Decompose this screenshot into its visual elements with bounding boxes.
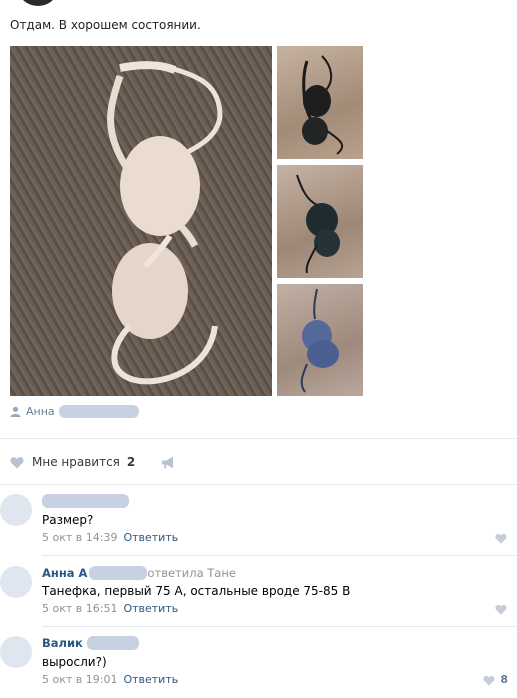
comment-reply-link[interactable]: Ответить [123, 531, 178, 544]
comment-item: Размер? 5 окт в 14:39 Ответить [0, 492, 517, 554]
post-actions: Мне нравится 2 [10, 454, 176, 470]
comment-meta: 5 окт в 14:39 Ответить [42, 531, 178, 544]
comment-item: Анна А ответила Тане Танефка, первый 75 … [0, 564, 517, 626]
comment-date[interactable]: 5 окт в 16:51 [42, 602, 117, 615]
person-icon [10, 406, 21, 417]
comment-meta: 5 окт в 16:51 Ответить [42, 602, 178, 615]
comment-avatar[interactable] [0, 494, 32, 526]
post-photo-thumb-3[interactable] [277, 284, 363, 396]
blue-bra-image [300, 288, 339, 393]
comment-meta: 5 окт в 19:01 Ответить [42, 673, 178, 686]
post-photo-thumb-1[interactable] [277, 46, 363, 159]
comment-author[interactable]: Валик [42, 636, 139, 650]
comment-like-count[interactable]: 8 [500, 673, 508, 686]
redacted-commenter-name [86, 636, 139, 650]
like-count[interactable]: 2 [127, 455, 135, 469]
comment-heart-icon[interactable] [483, 675, 495, 686]
comment-text: Размер? [42, 513, 94, 527]
like-button-label[interactable]: Мне нравится [32, 455, 120, 469]
comment-heart-icon[interactable] [495, 604, 507, 615]
redacted-commenter-name [89, 566, 148, 580]
redacted-author-surname [58, 404, 139, 418]
comment-text: Танефка, первый 75 А, остальные вроде 75… [42, 584, 351, 598]
comment-divider [42, 555, 517, 556]
comment-avatar[interactable] [0, 636, 32, 668]
comment-reply-link[interactable]: Ответить [123, 673, 178, 686]
bra-image [107, 61, 223, 385]
comment-avatar[interactable] [0, 566, 32, 598]
post-divider-top [0, 438, 517, 439]
comment-reply-link[interactable]: Ответить [123, 602, 178, 615]
comment-item: Валик выросли?) 5 окт в 19:01 Ответить 8 [0, 634, 517, 696]
redacted-commenter-name [42, 494, 129, 508]
comment-reply-to[interactable]: ответила Тане [147, 566, 235, 580]
heart-icon[interactable] [10, 456, 24, 469]
comment-date[interactable]: 5 окт в 14:39 [42, 531, 117, 544]
post-author-name[interactable]: Анна [26, 405, 55, 418]
post-photo-thumb-2[interactable] [277, 165, 363, 278]
comment-text: выросли?) [42, 655, 107, 669]
comment-date[interactable]: 5 окт в 19:01 [42, 673, 117, 686]
black-bra-image [302, 55, 344, 155]
post-divider-comments [0, 484, 517, 485]
post-photo-main[interactable] [10, 46, 272, 396]
post-author-row[interactable]: Анна [10, 404, 139, 418]
dark-bra-image [296, 174, 340, 274]
share-icon[interactable] [161, 456, 176, 469]
post-text: Отдам. В хорошем состоянии. [10, 18, 201, 32]
comment-divider [42, 626, 517, 627]
comment-author[interactable]: Анна А ответила Тане [42, 566, 236, 580]
comment-author[interactable] [42, 494, 129, 508]
comment-heart-icon[interactable] [495, 533, 507, 544]
post-author-avatar[interactable] [18, 0, 58, 6]
